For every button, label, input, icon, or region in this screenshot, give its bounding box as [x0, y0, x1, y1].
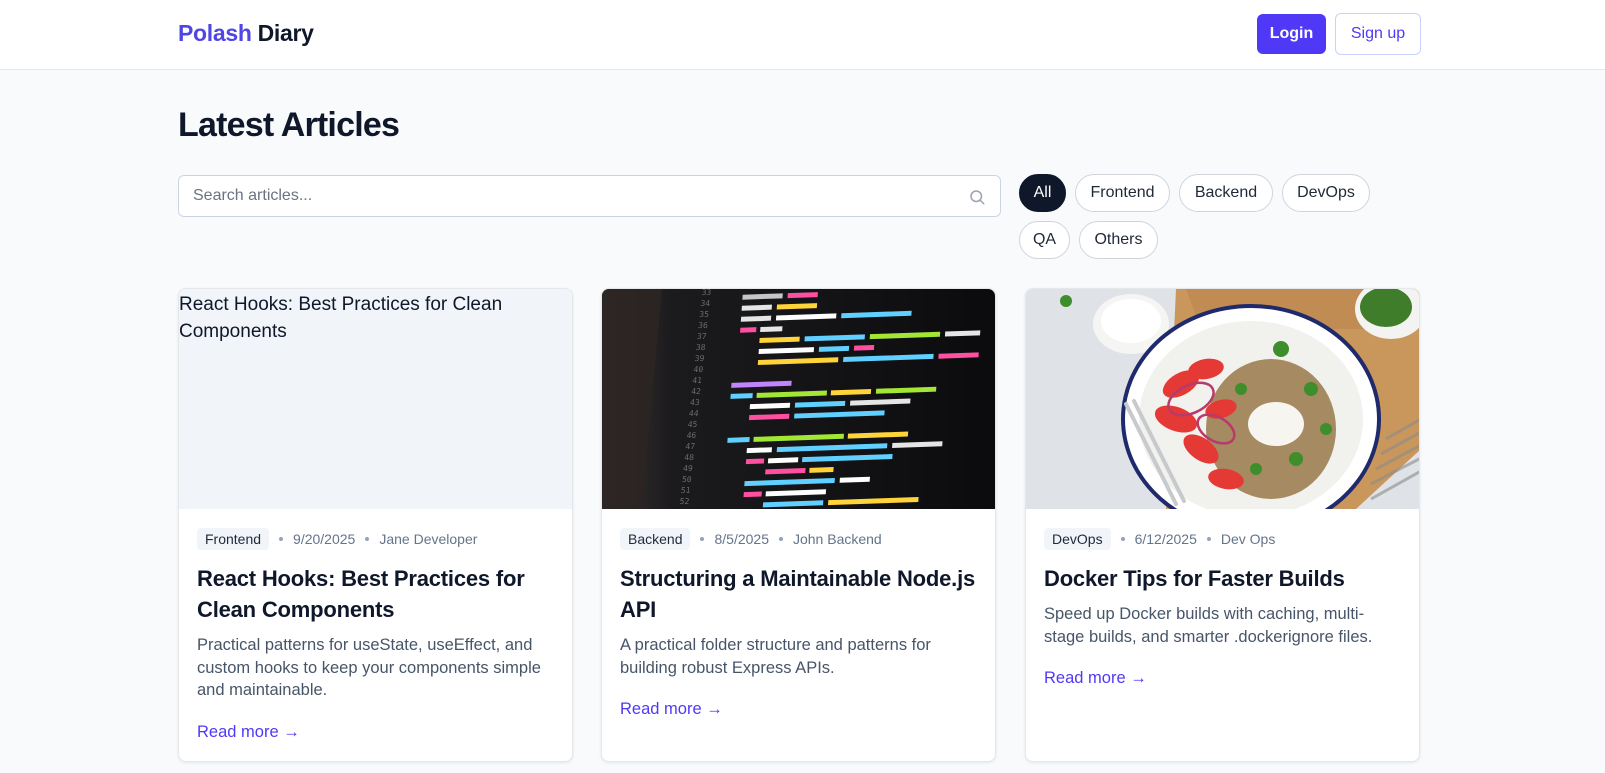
svg-text:35: 35: [699, 310, 710, 319]
svg-text:52: 52: [679, 497, 690, 506]
read-more-link[interactable]: Read more →: [620, 700, 723, 719]
article-title[interactable]: Docker Tips for Faster Builds: [1044, 563, 1401, 594]
meta-separator: [279, 537, 284, 541]
meta-separator: [1206, 537, 1211, 541]
filter-chip-devops[interactable]: DevOps: [1282, 174, 1370, 212]
article-date: 8/5/2025: [714, 531, 769, 547]
filter-chip-all[interactable]: All: [1019, 174, 1066, 212]
article-author: Jane Developer: [379, 531, 478, 547]
article-title[interactable]: React Hooks: Best Practices for Clean Co…: [197, 563, 554, 625]
filter-chip-backend[interactable]: Backend: [1179, 174, 1273, 212]
search-icon: [970, 190, 985, 205]
signup-button[interactable]: Sign up: [1335, 13, 1421, 55]
svg-text:42: 42: [691, 387, 702, 396]
svg-text:47: 47: [685, 442, 696, 451]
meta-separator: [1120, 537, 1125, 541]
category-badge: Frontend: [197, 528, 270, 550]
svg-text:34: 34: [700, 299, 711, 308]
article-excerpt: Speed up Docker builds with caching, mul…: [1044, 605, 1373, 646]
brand-logo[interactable]: Polash Diary: [178, 20, 314, 47]
category-badge: Backend: [620, 528, 691, 550]
article-date: 6/12/2025: [1134, 531, 1197, 547]
svg-text:38: 38: [695, 343, 706, 352]
article-title[interactable]: Structuring a Maintainable Node.js API: [620, 563, 977, 625]
svg-text:40: 40: [693, 365, 704, 374]
food-photo-image: [1026, 289, 1419, 509]
filter-chip-others[interactable]: Others: [1079, 221, 1158, 259]
article-author: Dev Ops: [1220, 531, 1276, 547]
svg-text:49: 49: [683, 464, 694, 473]
login-button[interactable]: Login: [1257, 14, 1326, 54]
article-card[interactable]: 33 34 35 36 37 38 39 40 41 42 43 44 45 46 47 48 49 5…: [601, 288, 996, 762]
filter-chip-frontend[interactable]: Frontend: [1075, 174, 1170, 212]
article-image-food: [1026, 289, 1419, 509]
svg-text:36: 36: [698, 321, 709, 330]
svg-text:44: 44: [688, 409, 699, 418]
article-excerpt: A practical folder structure and pattern…: [620, 636, 931, 677]
article-excerpt: Practical patterns for useState, useEffe…: [197, 636, 541, 699]
svg-text:45: 45: [687, 420, 698, 429]
article-image-broken: React Hooks: Best Practices for Clean Co…: [179, 289, 572, 509]
page-title: Latest Articles: [178, 106, 400, 144]
image-alt-text: React Hooks: Best Practices for Clean Co…: [179, 294, 503, 342]
article-date: 9/20/2025: [293, 531, 356, 547]
filter-chip-qa[interactable]: QA: [1019, 221, 1070, 259]
article-card[interactable]: React Hooks: Best Practices for Clean Co…: [178, 288, 573, 762]
svg-text:50: 50: [682, 475, 693, 484]
meta-separator: [365, 537, 370, 541]
article-card[interactable]: DevOps 6/12/2025 Dev Ops Docker Tips for…: [1025, 288, 1420, 762]
svg-text:43: 43: [690, 398, 701, 407]
article-author: John Backend: [792, 531, 882, 547]
svg-text:39: 39: [694, 354, 705, 363]
top-nav: Polash Diary Login Sign up: [0, 0, 1605, 70]
svg-text:51: 51: [680, 486, 691, 495]
search-input[interactable]: [179, 176, 1000, 216]
read-more-link[interactable]: Read more →: [1044, 669, 1147, 688]
svg-text:33: 33: [701, 289, 712, 297]
search-box: [178, 175, 1001, 217]
article-meta: Frontend 9/20/2025 Jane Developer: [197, 527, 554, 551]
article-image-code: 33 34 35 36 37 38 39 40 41 42 43 44 45 46 47 48 49 5…: [602, 289, 995, 509]
svg-text:48: 48: [684, 453, 695, 462]
code-screenshot-image: 33 34 35 36 37 38 39 40 41 42 43 44 45 46 47 48 49 5…: [602, 289, 995, 509]
meta-separator: [700, 537, 705, 541]
category-badge: DevOps: [1044, 528, 1111, 550]
article-meta: DevOps 6/12/2025 Dev Ops: [1044, 527, 1401, 551]
article-meta: Backend 8/5/2025 John Backend: [620, 527, 977, 551]
svg-text:46: 46: [686, 431, 697, 440]
brand-name-part1: Polash: [178, 20, 252, 46]
meta-separator: [778, 537, 783, 541]
brand-name-part2: Diary: [257, 20, 314, 46]
svg-text:37: 37: [697, 332, 708, 341]
svg-text:41: 41: [692, 376, 703, 385]
read-more-link[interactable]: Read more →: [197, 723, 300, 742]
